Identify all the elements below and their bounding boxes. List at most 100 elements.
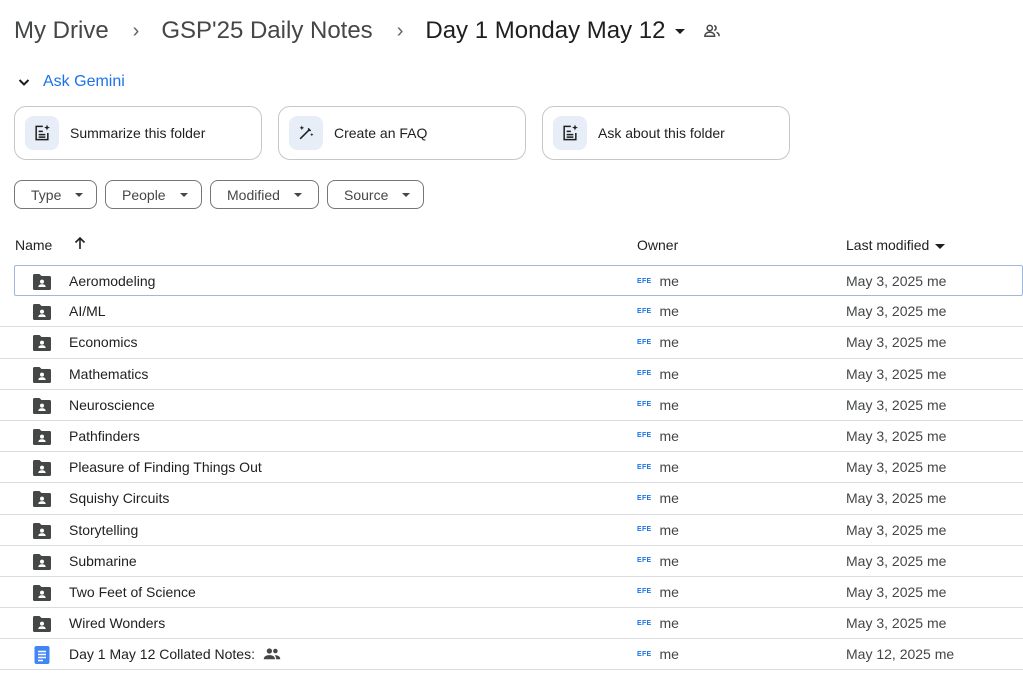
- last-modified-cell: May 3, 2025 me: [846, 522, 946, 538]
- filter-source-label: Source: [344, 186, 389, 203]
- modified-date: May 3, 2025: [846, 303, 924, 320]
- create-faq-button[interactable]: Create an FAQ: [278, 106, 526, 160]
- last-modified-cell: May 3, 2025 me: [846, 397, 946, 413]
- owner-name: me: [659, 459, 679, 476]
- last-modified-cell: May 3, 2025 me: [846, 334, 946, 350]
- owner-name: me: [659, 490, 679, 507]
- modified-by: me: [926, 521, 947, 538]
- owner-name: me: [659, 521, 679, 538]
- ask-about-folder-button[interactable]: Ask about this folder: [542, 106, 790, 160]
- owner-avatar: EFE: [637, 494, 652, 502]
- breadcrumb-current-folder[interactable]: Day 1 Monday May 12: [425, 17, 686, 45]
- table-row[interactable]: Neuroscience EFE me May 3, 2025 me: [0, 390, 1023, 421]
- modified-by: me: [926, 303, 947, 320]
- create-faq-label: Create an FAQ: [334, 125, 428, 141]
- file-name-text: Storytelling: [69, 521, 139, 538]
- file-name: Squishy Circuits: [69, 490, 169, 506]
- table-row[interactable]: Mathematics EFE me May 3, 2025 me: [0, 359, 1023, 390]
- last-modified-cell: May 3, 2025 me: [846, 366, 946, 382]
- owner-cell: EFE me: [637, 522, 679, 538]
- column-header-owner[interactable]: Owner: [637, 237, 678, 253]
- last-modified-cell: May 3, 2025 me: [846, 273, 946, 289]
- file-name: Neuroscience: [69, 397, 155, 413]
- sort-ascending-icon[interactable]: [72, 235, 88, 254]
- breadcrumb-current-label: Day 1 Monday May 12: [425, 17, 666, 44]
- file-name: Storytelling: [69, 522, 138, 538]
- modified-date: May 3, 2025: [846, 334, 924, 351]
- table-row[interactable]: Squishy Circuits EFE me May 3, 2025 me: [0, 483, 1023, 515]
- owner-avatar: EFE: [637, 463, 652, 471]
- table-row[interactable]: Aeromodeling EFE me May 3, 2025 me: [14, 265, 1023, 297]
- modified-date: May 3, 2025: [846, 583, 924, 600]
- shared-folder-icon: [32, 490, 52, 513]
- modified-date: May 3, 2025: [846, 615, 924, 632]
- ask-about-folder-label: Ask about this folder: [598, 125, 725, 141]
- file-name: Wired Wonders: [69, 615, 165, 631]
- last-modified-cell: May 3, 2025 me: [846, 428, 946, 444]
- owner-name: me: [659, 646, 679, 663]
- file-name: Submarine: [69, 553, 137, 569]
- filter-source[interactable]: Source: [327, 180, 424, 209]
- file-name-text: Mathematics: [69, 365, 149, 382]
- owner-name: me: [659, 615, 679, 632]
- file-name-text: Day 1 May 12 Collated Notes:: [69, 646, 255, 663]
- file-name: Mathematics: [69, 366, 148, 382]
- owner-name: me: [659, 334, 679, 351]
- column-header-name[interactable]: Name: [15, 237, 52, 253]
- table-row[interactable]: Pleasure of Finding Things Out EFE me May 3…: [0, 452, 1023, 484]
- file-name-text: Pleasure of Finding Things Out: [69, 459, 262, 476]
- file-name-text: Neuroscience: [69, 396, 155, 413]
- column-header-last-modified[interactable]: Last modified: [846, 237, 946, 253]
- file-name: Pleasure of Finding Things Out: [69, 459, 262, 475]
- table-row[interactable]: Storytelling EFE me May 3, 2025 me: [0, 515, 1023, 546]
- owner-avatar: EFE: [637, 650, 652, 658]
- dropdown-caret-icon: [675, 29, 686, 35]
- shared-folder-icon: [32, 428, 52, 451]
- shared-folder-icon: [32, 522, 52, 545]
- last-modified-cell: May 3, 2025 me: [846, 490, 946, 506]
- table-row[interactable]: Pathfinders EFE me May 3, 2025 me: [0, 421, 1023, 453]
- modified-date: May 3, 2025: [846, 273, 924, 289]
- filter-modified[interactable]: Modified: [210, 180, 319, 209]
- modified-date: May 3, 2025: [846, 521, 924, 538]
- modified-date: May 3, 2025: [846, 396, 924, 413]
- table-row[interactable]: Two Feet of Science EFE me May 3, 2025 me: [0, 577, 1023, 609]
- shared-folder-icon: [32, 273, 52, 296]
- shared-people-icon[interactable]: [703, 22, 721, 40]
- dropdown-caret-icon: [402, 192, 411, 197]
- dropdown-caret-icon: [935, 243, 946, 249]
- modified-date: May 3, 2025: [846, 459, 924, 476]
- ask-gemini-toggle[interactable]: Ask Gemini: [16, 70, 125, 94]
- file-name: Two Feet of Science: [69, 584, 196, 600]
- owner-avatar: EFE: [637, 588, 652, 596]
- shared-people-icon: [263, 647, 281, 661]
- table-row[interactable]: AI/ML EFE me May 3, 2025 me: [0, 296, 1023, 328]
- owner-name: me: [659, 552, 679, 569]
- file-name-text: Pathfinders: [69, 427, 140, 444]
- breadcrumb-gsp-daily-notes[interactable]: GSP'25 Daily Notes: [161, 17, 372, 45]
- owner-name: me: [659, 303, 679, 320]
- breadcrumb-separator-icon: ›: [396, 19, 404, 42]
- table-row[interactable]: Economics EFE me May 3, 2025 me: [0, 327, 1023, 359]
- filter-type[interactable]: Type: [14, 180, 97, 209]
- owner-avatar: EFE: [637, 370, 652, 378]
- table-row[interactable]: Day 1 May 12 Collated Notes: EFE me May 12,…: [0, 639, 1023, 671]
- owner-avatar: EFE: [637, 619, 652, 627]
- owner-name: me: [659, 583, 679, 600]
- table-header: Name Owner Last modified: [0, 232, 1023, 260]
- filter-people-label: People: [122, 186, 166, 203]
- ask-gemini-label: Ask Gemini: [43, 73, 125, 90]
- table-row[interactable]: Submarine EFE me May 3, 2025 me: [0, 546, 1023, 577]
- last-modified-cell: May 3, 2025 me: [846, 584, 946, 600]
- table-row[interactable]: Wired Wonders EFE me May 3, 2025 me: [0, 608, 1023, 640]
- shared-folder-icon: [32, 584, 52, 607]
- breadcrumb-my-drive[interactable]: My Drive: [14, 17, 109, 45]
- owner-avatar: EFE: [637, 526, 652, 533]
- owner-cell: EFE me: [637, 334, 679, 350]
- shared-folder-icon: [32, 303, 52, 326]
- summarize-sparkle-icon: [25, 116, 59, 150]
- summarize-folder-button[interactable]: Summarize this folder: [14, 106, 262, 160]
- filter-people[interactable]: People: [105, 180, 202, 209]
- modified-date: May 12, 2025: [846, 646, 931, 663]
- google-doc-icon: [32, 646, 52, 669]
